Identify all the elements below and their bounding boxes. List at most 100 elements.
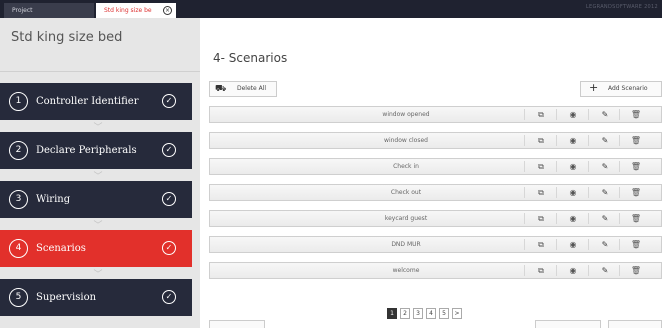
- trash-icon[interactable]: 🗑: [626, 238, 646, 251]
- eye-icon[interactable]: ◉: [563, 134, 583, 147]
- scenario-row[interactable]: DND MUR ⧉ ◉ ✎ 🗑: [209, 236, 662, 253]
- action-separator: [524, 213, 525, 224]
- copy-icon[interactable]: ⧉: [531, 264, 551, 277]
- scenario-row[interactable]: keycard guest ⧉ ◉ ✎ 🗑: [209, 210, 662, 227]
- trash-icon[interactable]: 🗑: [626, 212, 646, 225]
- copy-icon[interactable]: ⧉: [531, 186, 551, 199]
- action-separator: [588, 239, 589, 250]
- trash-icon[interactable]: 🗑: [626, 108, 646, 121]
- step-declare-peripherals[interactable]: 2 Declare Peripherals ✓: [0, 132, 192, 169]
- action-separator: [619, 239, 620, 250]
- check-icon: ✓: [162, 192, 176, 206]
- next-step-button[interactable]: [608, 320, 662, 328]
- scenario-name: window opened: [382, 111, 430, 118]
- copy-icon[interactable]: ⧉: [531, 160, 551, 173]
- eye-icon[interactable]: ◉: [563, 186, 583, 199]
- scenario-row[interactable]: window opened ⧉ ◉ ✎ 🗑: [209, 106, 662, 123]
- action-separator: [524, 109, 525, 120]
- action-separator: [588, 187, 589, 198]
- action-separator: [524, 265, 525, 276]
- scenario-row[interactable]: Check in ⧉ ◉ ✎ 🗑: [209, 158, 662, 175]
- step-controller-identifier[interactable]: 1 Controller Identifier ✓: [0, 83, 192, 120]
- next-page-button[interactable]: >: [452, 308, 462, 319]
- page-1-button[interactable]: 1: [387, 308, 397, 319]
- action-separator: [524, 161, 525, 172]
- pencil-icon[interactable]: ✎: [595, 212, 615, 225]
- copy-icon[interactable]: ⧉: [531, 108, 551, 121]
- page-4-button[interactable]: 4: [426, 308, 436, 319]
- chevron-down-icon: ﹀: [93, 123, 103, 133]
- action-separator: [524, 239, 525, 250]
- step-number: 5: [9, 288, 28, 307]
- copy-icon[interactable]: ⧉: [531, 212, 551, 225]
- eye-icon[interactable]: ◉: [563, 108, 583, 121]
- brand-label: LEGRANDSOFTWARE 2012: [585, 4, 658, 10]
- pencil-icon[interactable]: ✎: [595, 134, 615, 147]
- step-number: 3: [9, 190, 28, 209]
- action-separator: [556, 109, 557, 120]
- scenario-row[interactable]: Check out ⧉ ◉ ✎ 🗑: [209, 184, 662, 201]
- sidebar: Std king size bed 1 Controller Identifie…: [0, 18, 200, 328]
- eye-icon[interactable]: ◉: [563, 264, 583, 277]
- action-separator: [524, 187, 525, 198]
- add-scenario-button[interactable]: + Add Scenario: [580, 81, 662, 97]
- tab-project-label: Project: [12, 7, 33, 14]
- step-supervision[interactable]: 5 Supervision ✓: [0, 279, 192, 316]
- delete-all-button[interactable]: ⛟ Delete All: [209, 81, 277, 97]
- step-label: Declare Peripherals: [36, 145, 137, 156]
- action-separator: [619, 135, 620, 146]
- tab-active-label: Std king size be: [104, 7, 152, 14]
- pencil-icon[interactable]: ✎: [595, 264, 615, 277]
- copy-icon[interactable]: ⧉: [531, 238, 551, 251]
- action-separator: [588, 109, 589, 120]
- action-separator: [588, 213, 589, 224]
- page-2-button[interactable]: 2: [400, 308, 410, 319]
- action-separator: [619, 213, 620, 224]
- delete-all-label: Delete All: [237, 85, 267, 92]
- eye-icon[interactable]: ◉: [563, 238, 583, 251]
- step-label: Scenarios: [36, 243, 86, 254]
- action-separator: [556, 213, 557, 224]
- project-title: Std king size bed: [11, 30, 123, 45]
- pencil-icon[interactable]: ✎: [595, 238, 615, 251]
- check-icon: ✓: [162, 94, 176, 108]
- tab-project[interactable]: Project: [4, 3, 94, 18]
- action-separator: [619, 161, 620, 172]
- scenario-name: Check out: [390, 189, 422, 196]
- page-5-button[interactable]: 5: [439, 308, 449, 319]
- eye-icon[interactable]: ◉: [563, 212, 583, 225]
- page-3-button[interactable]: 3: [413, 308, 423, 319]
- plus-icon: +: [589, 81, 599, 94]
- scenario-row[interactable]: window closed ⧉ ◉ ✎ 🗑: [209, 132, 662, 149]
- chevron-down-icon: ﹀: [93, 172, 103, 182]
- scenario-row[interactable]: welcome ⧉ ◉ ✎ 🗑: [209, 262, 662, 279]
- trash-icon[interactable]: 🗑: [626, 186, 646, 199]
- bottom-left-button[interactable]: [209, 320, 265, 328]
- scenario-name: keycard guest: [384, 215, 428, 222]
- pencil-icon[interactable]: ✎: [595, 108, 615, 121]
- check-icon: ✓: [162, 290, 176, 304]
- page-title: 4- Scenarios: [213, 51, 288, 65]
- trash-icon[interactable]: 🗑: [626, 160, 646, 173]
- action-separator: [524, 135, 525, 146]
- divider: [0, 71, 200, 72]
- step-wiring[interactable]: 3 Wiring ✓: [0, 181, 192, 218]
- step-number: 1: [9, 92, 28, 111]
- top-bar: Project Std king size be × LEGRANDSOFTWA…: [0, 0, 662, 18]
- eye-icon[interactable]: ◉: [563, 160, 583, 173]
- pencil-icon[interactable]: ✎: [595, 186, 615, 199]
- pencil-icon[interactable]: ✎: [595, 160, 615, 173]
- step-number: 2: [9, 141, 28, 160]
- tab-std-king-size-bed[interactable]: Std king size be ×: [96, 3, 176, 18]
- action-separator: [556, 239, 557, 250]
- add-scenario-label: Add Scenario: [608, 85, 648, 92]
- previous-step-button[interactable]: [535, 320, 601, 328]
- close-tab-icon[interactable]: ×: [163, 6, 172, 15]
- trash-icon[interactable]: 🗑: [626, 134, 646, 147]
- action-separator: [619, 109, 620, 120]
- trash-icon[interactable]: 🗑: [626, 264, 646, 277]
- step-scenarios[interactable]: 4 Scenarios ✓: [0, 230, 192, 267]
- action-separator: [588, 135, 589, 146]
- scenario-name: DND MUR: [391, 241, 421, 248]
- copy-icon[interactable]: ⧉: [531, 134, 551, 147]
